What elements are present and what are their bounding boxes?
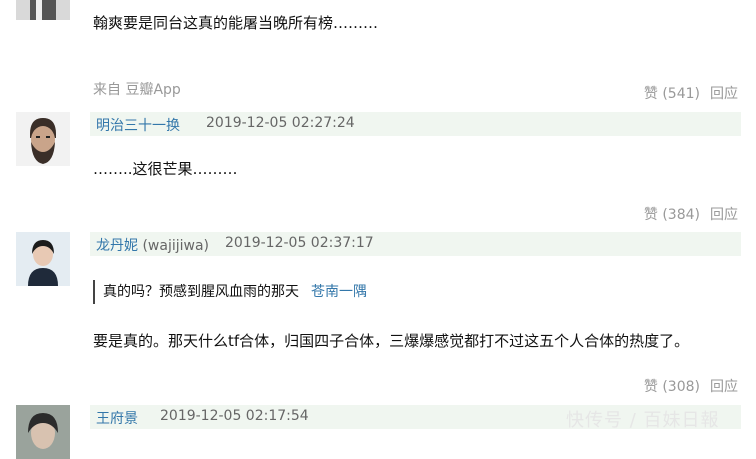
comment-author-handle: (wajijiwa) — [142, 238, 209, 254]
comment-meta: 龙丹妮 (wajijiwa) 2019-12-05 02:37:17 — [90, 232, 741, 256]
comment-time: 2019-12-05 02:27:24 — [206, 115, 355, 131]
like-button[interactable]: 赞 (384) — [644, 207, 700, 223]
quoted-author[interactable]: 苍南一隅 — [311, 284, 367, 300]
like-button[interactable]: 赞 (541) — [644, 86, 700, 102]
comment-meta: 明治三十一换 2019-12-05 02:27:24 — [90, 112, 741, 136]
comment-author[interactable]: 明治三十一换 — [96, 115, 180, 135]
comment-author[interactable]: 龙丹妮 (wajijiwa) — [96, 235, 209, 255]
reply-button[interactable]: 回应 — [710, 86, 738, 102]
comment-actions: 赞 (541) 回应 — [644, 83, 738, 103]
watermark: 快传号 / 百妹日報 — [566, 410, 720, 431]
comment-source: 来自 豆瓣App — [93, 82, 181, 98]
comment-text: 翰爽要是同台这真的能屠当晚所有榜……… — [93, 14, 379, 32]
reply-button[interactable]: 回应 — [710, 207, 738, 223]
comment-author[interactable]: 王府景 — [96, 408, 138, 428]
avatar[interactable] — [16, 112, 70, 166]
comment-time: 2019-12-05 02:17:54 — [160, 408, 309, 424]
like-button[interactable]: 赞 (308) — [644, 379, 700, 395]
avatar[interactable] — [16, 232, 70, 286]
comment-author-name[interactable]: 龙丹妮 — [96, 238, 138, 254]
comment-time: 2019-12-05 02:37:17 — [225, 235, 374, 251]
reply-button[interactable]: 回应 — [710, 379, 738, 395]
quoted-text: 真的吗？预感到腥风血雨的那天 — [103, 284, 299, 300]
quoted-reply: 真的吗？预感到腥风血雨的那天 苍南一隅 — [93, 280, 367, 304]
comment-text: 要是真的。那天什么tf合体，归国四子合体，三爆爆感觉都打不过这五个人合体的热度了… — [93, 332, 690, 350]
avatar[interactable] — [16, 405, 70, 459]
avatar[interactable] — [16, 0, 70, 20]
comment-actions: 赞 (384) 回应 — [644, 204, 738, 224]
comment-text: ……..这很芒果……… — [93, 160, 238, 178]
comment-actions: 赞 (308) 回应 — [644, 376, 738, 396]
